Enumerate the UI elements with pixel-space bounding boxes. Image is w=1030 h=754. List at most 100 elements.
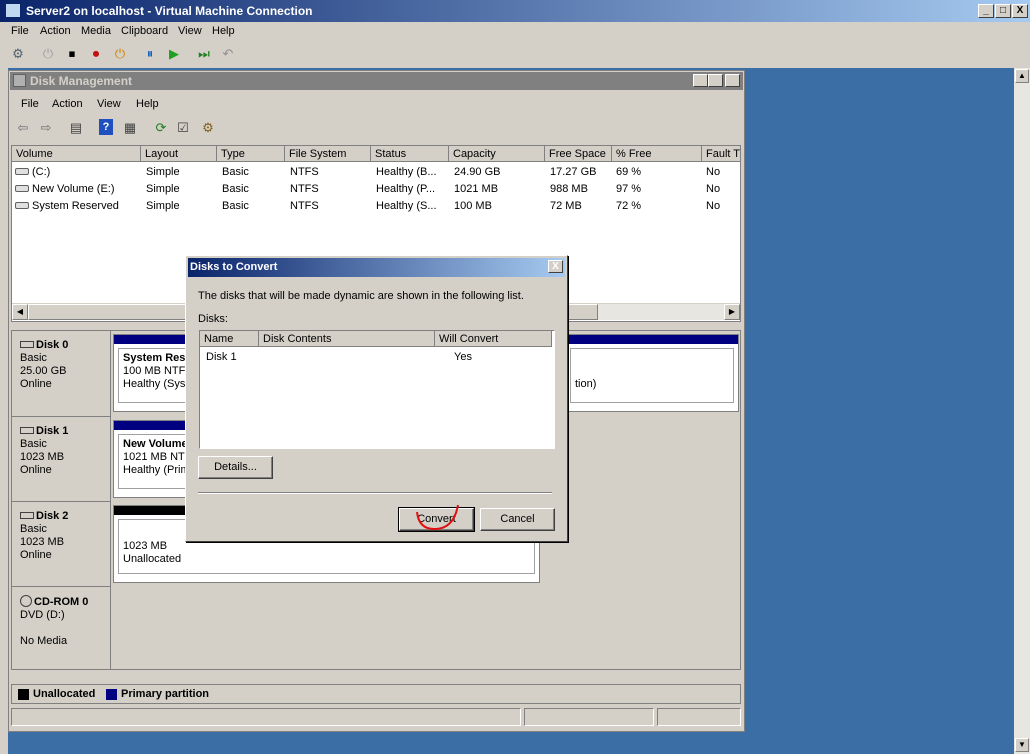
table-row[interactable]: System Reserved Simple Basic NTFS Health… (12, 198, 740, 215)
resume-icon[interactable]: ▶ (165, 45, 183, 63)
forward-arrow-icon[interactable]: ⇨ (37, 119, 55, 137)
table-row[interactable]: (C:) Simple Basic NTFS Healthy (B... 24.… (12, 164, 740, 181)
disk-1-label[interactable]: Disk 1 Basic 1023 MB Online (12, 417, 111, 502)
separator (198, 492, 552, 494)
power-icon[interactable]: ⏻ (111, 45, 129, 63)
cell-layout: Simple (146, 200, 180, 212)
cancel-button[interactable]: Cancel (480, 508, 555, 531)
vmc-menu-bar: File Action Media Clipboard View Help (0, 22, 1030, 41)
cell-fault-tolerance: No (706, 200, 721, 212)
col-type[interactable]: Type (217, 146, 285, 162)
cell-free-space: 72 MB (550, 200, 582, 212)
cdrom-0-label[interactable]: CD-ROM 0 DVD (D:) No Media (12, 587, 111, 669)
disk-icon (20, 512, 34, 519)
col-file-system[interactable]: File System (285, 146, 371, 162)
dialog-title: Disks to Convert (190, 261, 278, 273)
partition-new-volume[interactable]: New Volume 1021 MB NTF Healthy (Prim (113, 420, 193, 498)
help-icon[interactable]: ? (99, 119, 113, 135)
partition-size: 1023 MB (123, 540, 168, 552)
col-name[interactable]: Name (200, 331, 259, 347)
dm-maximize-button[interactable]: □ (708, 74, 723, 87)
show-hide-tree-icon[interactable]: ▤ (67, 119, 85, 137)
drive-icon (15, 168, 29, 175)
snapshot-icon[interactable]: ⏭ (195, 45, 213, 63)
properties-pane-icon[interactable]: ▦ (121, 119, 139, 137)
disk-2-label[interactable]: Disk 2 Basic 1023 MB Online (12, 502, 111, 587)
dm-menu-help[interactable]: Help (136, 98, 159, 110)
cell-file-system: NTFS (290, 183, 319, 195)
col-will-convert[interactable]: Will Convert (435, 331, 552, 347)
disk-name: Disk 1 (36, 425, 69, 437)
vmc-vertical-scrollbar[interactable]: ▲ ▼ (1014, 68, 1030, 754)
refresh-icon[interactable]: ⟳ (152, 119, 170, 137)
dm-menu-file[interactable]: File (21, 98, 39, 110)
cell-status: Healthy (B... (376, 166, 437, 178)
col-capacity[interactable]: Capacity (449, 146, 545, 162)
menu-file[interactable]: File (11, 25, 29, 37)
menu-media[interactable]: Media (81, 25, 111, 37)
properties-icon[interactable]: ☑ (174, 119, 192, 137)
cell-free-space: 17.27 GB (550, 166, 597, 178)
table-row[interactable]: Disk 1 Yes (200, 349, 552, 365)
turn-off-icon[interactable]: ⏹ (63, 45, 81, 63)
vmc-window-title: Server2 on localhost - Virtual Machine C… (26, 4, 313, 18)
menu-help[interactable]: Help (212, 25, 235, 37)
revert-icon[interactable]: ↶ (219, 45, 237, 63)
partition-c[interactable]: tion) (565, 334, 739, 412)
legend-unallocated: Unallocated (33, 688, 96, 700)
start-icon[interactable]: ⏻ (39, 45, 57, 63)
dm-close-button[interactable]: X (725, 74, 740, 87)
col-status[interactable]: Status (371, 146, 449, 162)
disk-0-label[interactable]: Disk 0 Basic 25.00 GB Online (12, 331, 111, 417)
cell-percent-free: 69 % (616, 166, 642, 178)
cell-free-space: 988 MB (550, 183, 588, 195)
col-volume[interactable]: Volume (12, 146, 141, 162)
table-row[interactable]: New Volume (E:) Simple Basic NTFS Health… (12, 181, 740, 198)
dialog-description: The disks that will be made dynamic are … (198, 290, 524, 302)
shutdown-icon[interactable]: ⏺ (87, 45, 105, 63)
disk-type: Basic (20, 438, 47, 450)
dm-menu-view[interactable]: View (97, 98, 121, 110)
col-layout[interactable]: Layout (141, 146, 217, 162)
cell-will-convert: Yes (454, 351, 472, 363)
col-disk-contents[interactable]: Disk Contents (259, 331, 435, 347)
dm-minimize-button[interactable]: _ (693, 74, 708, 87)
settings-icon[interactable]: ⚙ (199, 119, 217, 137)
cell-file-system: NTFS (290, 166, 319, 178)
menu-action[interactable]: Action (40, 25, 71, 37)
cell-fault-tolerance: No (706, 183, 721, 195)
status-pane-2 (524, 708, 654, 726)
maximize-button[interactable]: □ (995, 4, 1011, 18)
close-button[interactable]: X (1012, 4, 1028, 18)
details-button[interactable]: Details... (198, 456, 273, 479)
menu-clipboard[interactable]: Clipboard (121, 25, 168, 37)
scroll-down-icon[interactable]: ▼ (1015, 738, 1029, 752)
pause-icon[interactable]: ⏸ (141, 45, 159, 63)
partition-system-reserved[interactable]: System Res 100 MB NTFS Healthy (Syst (113, 334, 193, 412)
cell-layout: Simple (146, 183, 180, 195)
cell-layout: Simple (146, 166, 180, 178)
cell-percent-free: 97 % (616, 183, 642, 195)
col-free-space[interactable]: Free Space (545, 146, 612, 162)
col-fault-tolerance[interactable]: Fault T (702, 146, 740, 162)
back-arrow-icon[interactable]: ⇦ (14, 119, 32, 137)
dm-menu-action[interactable]: Action (52, 98, 83, 110)
disks-to-convert-dialog: Disks to Convert X The disks that will b… (185, 255, 568, 542)
ctrl-alt-del-icon[interactable]: ⚙ (9, 45, 27, 63)
col-percent-free[interactable]: % Free (612, 146, 702, 162)
disk-state: Online (20, 549, 52, 561)
vmc-title-bar: Server2 on localhost - Virtual Machine C… (0, 0, 1030, 22)
scroll-left-icon[interactable]: ◀ (12, 304, 28, 320)
vm-icon (5, 3, 21, 18)
scroll-right-icon[interactable]: ▶ (724, 304, 740, 320)
dialog-close-button[interactable]: X (548, 260, 563, 273)
menu-view[interactable]: View (178, 25, 202, 37)
minimize-button[interactable]: _ (978, 4, 994, 18)
disk-management-icon (13, 74, 26, 87)
cell-status: Healthy (P... (376, 183, 436, 195)
partition-size: 1021 MB NTF (123, 451, 188, 463)
scroll-up-icon[interactable]: ▲ (1015, 69, 1029, 83)
partition-size: 100 MB NTFS (123, 365, 188, 377)
partition-bar (566, 335, 738, 344)
cell-status: Healthy (S... (376, 200, 437, 212)
